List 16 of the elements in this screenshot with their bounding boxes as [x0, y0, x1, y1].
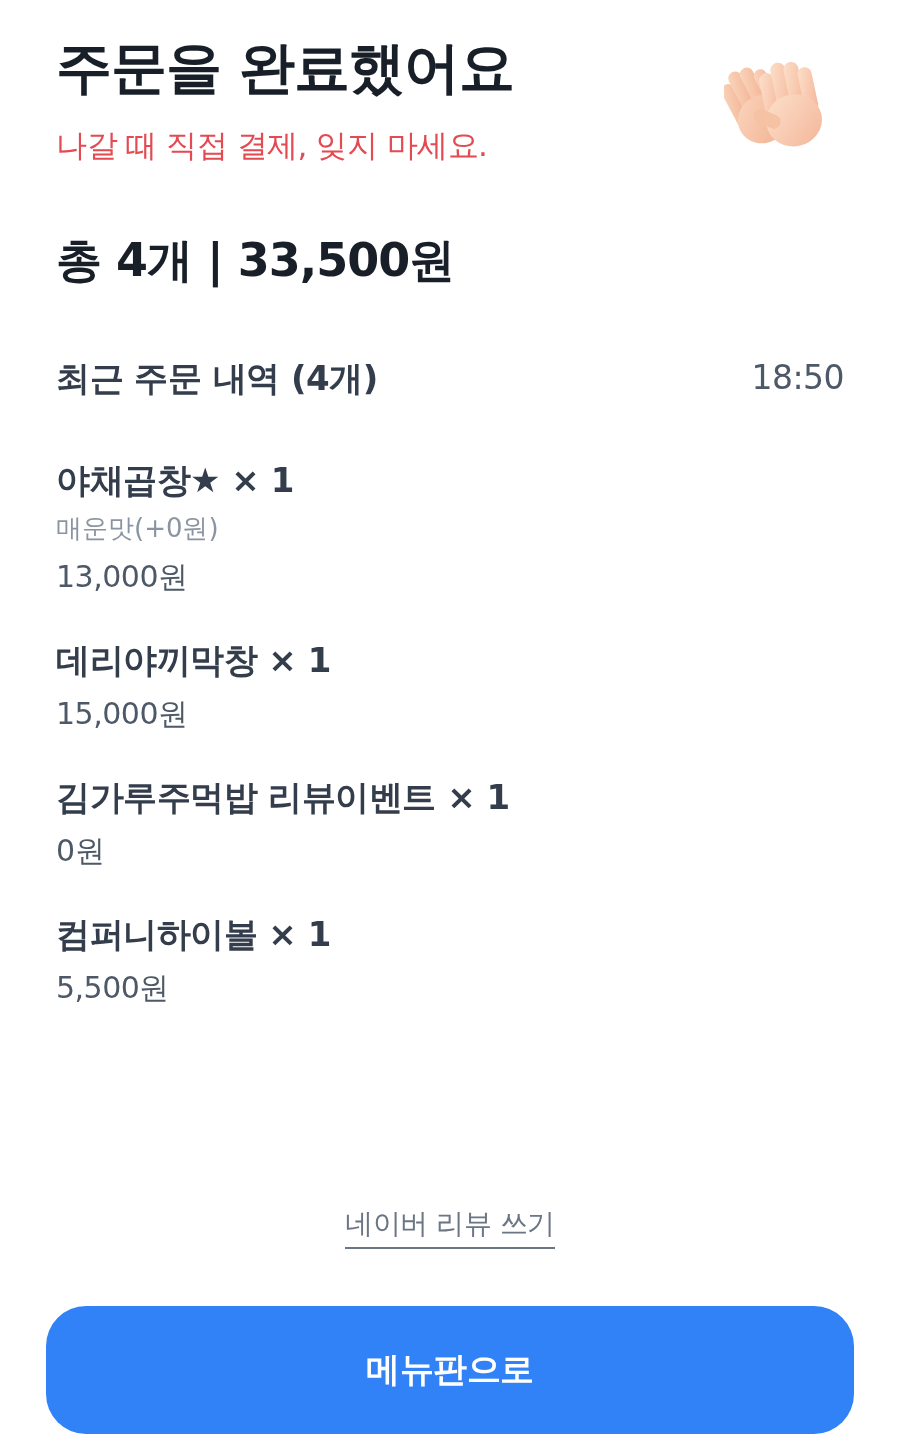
item-name: 컴퍼니하이볼 × 1 — [56, 913, 331, 956]
item-name: 데리야끼막창 × 1 — [56, 639, 331, 682]
item-name: 야채곱창★ × 1 — [56, 459, 294, 502]
page-title: 주문을 완료했어요 — [56, 34, 515, 102]
item-price: 0원 — [56, 832, 105, 870]
menu-button[interactable]: 메뉴판으로 — [46, 1306, 854, 1434]
item-name: 김가루주먹밥 리뷰이벤트 × 1 — [56, 776, 510, 819]
section-heading: 최근 주문 내역 (4개) — [56, 357, 378, 400]
review-link[interactable]: 네이버 리뷰 쓰기 — [345, 1205, 555, 1249]
payment-notice: 나갈 때 직접 결제, 잊지 마세요. — [56, 126, 488, 165]
item-price: 13,000원 — [56, 558, 188, 596]
order-time: 18:50 — [751, 357, 844, 399]
item-price: 5,500원 — [56, 969, 169, 1007]
order-total: 총 4개 | 33,500원 — [56, 232, 455, 290]
item-option: 매운맛(+0원) — [56, 511, 219, 545]
item-price: 15,000원 — [56, 695, 188, 733]
